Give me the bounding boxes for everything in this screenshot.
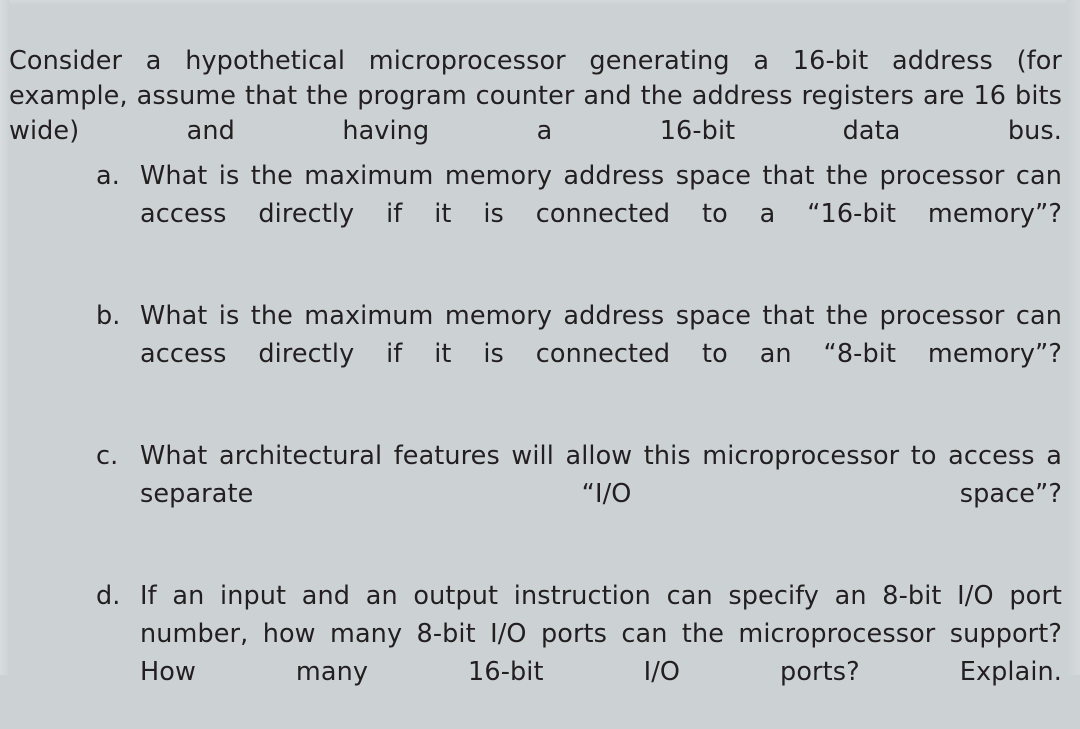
question-item-b: b. What is the maximum memory address sp…: [0, 297, 1080, 411]
document-page: Consider a hypothetical microprocessor g…: [0, 0, 1080, 687]
question-text-b: What is the maximum memory address space…: [140, 301, 1062, 369]
question-marker-a: a.: [96, 161, 120, 191]
question-text-d: If an input and an output instruction ca…: [140, 581, 1062, 687]
question-marker-d: d.: [96, 581, 121, 611]
question-list: a. What is the maximum memory address sp…: [0, 157, 1080, 729]
question-item-d: d. If an input and an output instruction…: [0, 577, 1080, 729]
question-item-a: a. What is the maximum memory address sp…: [0, 157, 1080, 271]
question-marker-c: c.: [96, 441, 119, 471]
question-marker-b: b.: [96, 301, 121, 331]
question-text-a: What is the maximum memory address space…: [140, 161, 1062, 229]
question-text-c: What architectural features will allow t…: [140, 441, 1062, 509]
question-item-c: c. What architectural features will allo…: [0, 437, 1080, 551]
page-top-edge-shading: [0, 0, 1080, 5]
